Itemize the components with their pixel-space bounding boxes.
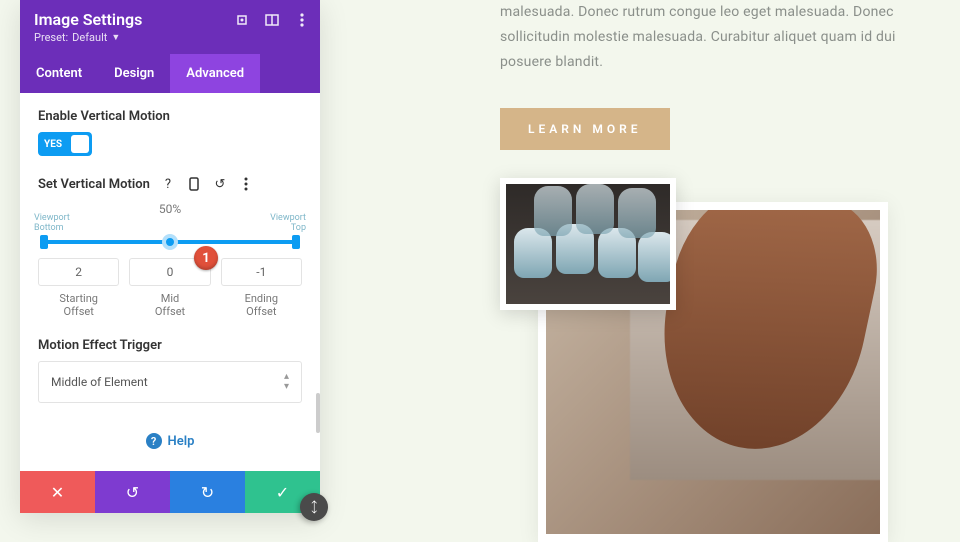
mid-offset-label: MidOffset [129,292,210,318]
starting-offset-label: StartingOffset [38,292,119,318]
page-preview: malesuada. Donec rutrum congue leo eget … [500,0,960,501]
viewport-top-label: ViewportTop [270,214,306,234]
panel-footer: ✕ ↺ ↻ ✓ [20,471,320,513]
undo-button[interactable]: ↺ [95,471,170,513]
toggle-text: YES [44,139,62,150]
body-paragraph: malesuada. Donec rutrum congue leo eget … [500,0,960,76]
set-vertical-label: Set Vertical Motion [38,177,150,192]
tab-advanced[interactable]: Advanced [170,54,260,93]
panel-body: Enable Vertical Motion YES Set Vertical … [20,93,320,471]
slider-end-handle[interactable] [292,235,300,249]
more-icon[interactable] [294,12,310,28]
expand-icon[interactable] [234,12,250,28]
viewport-bottom-label: ViewportBottom [34,214,70,234]
slider-percent: 50% [38,202,302,216]
settings-panel: Image Settings Preset: Default ▼ Content… [20,0,320,513]
help-text: Help [168,434,195,449]
responsive-icon[interactable] [186,176,202,192]
preset-label: Preset: [34,31,68,44]
motion-trigger-select[interactable]: Middle of Element ▴▾ [38,361,302,403]
scrollbar[interactable] [316,393,320,433]
preset-value: Default [72,31,107,44]
annotation-callout-1: 1 [194,246,218,270]
select-caret-icon: ▴▾ [284,372,289,392]
cancel-button[interactable]: ✕ [20,471,95,513]
ending-offset-label: EndingOffset [221,292,302,318]
tab-design[interactable]: Design [98,54,170,93]
enable-vertical-toggle[interactable]: YES [38,132,92,156]
slider-mid-handle[interactable] [162,234,178,250]
help-icon: ? [146,433,162,449]
learn-more-button[interactable]: LEARN MORE [500,108,670,150]
tabs: Content Design Advanced [20,54,320,93]
redo-button[interactable]: ↻ [170,471,245,513]
starting-offset-input[interactable] [38,258,119,286]
vertical-motion-slider: 50% ViewportBottom ViewportTop StartingO… [38,202,302,318]
image-small-cups [500,178,676,310]
panel-preset[interactable]: Preset: Default ▼ [34,31,306,44]
more-options-icon[interactable] [238,176,254,192]
slider-start-handle[interactable] [40,235,48,249]
columns-icon[interactable] [264,12,280,28]
motion-trigger-value: Middle of Element [51,375,148,389]
help-link[interactable]: ? Help [38,433,302,449]
motion-trigger-label: Motion Effect Trigger [38,338,302,353]
help-tip-icon[interactable]: ? [160,176,176,192]
enable-vertical-label: Enable Vertical Motion [38,109,302,124]
slider-track[interactable] [44,240,296,244]
reset-icon[interactable]: ↺ [212,176,228,192]
ending-offset-input[interactable] [221,258,302,286]
chevron-down-icon: ▼ [111,32,120,43]
tab-content[interactable]: Content [20,54,98,93]
panel-header[interactable]: Image Settings Preset: Default ▼ [20,0,320,54]
image-stack [500,178,960,310]
